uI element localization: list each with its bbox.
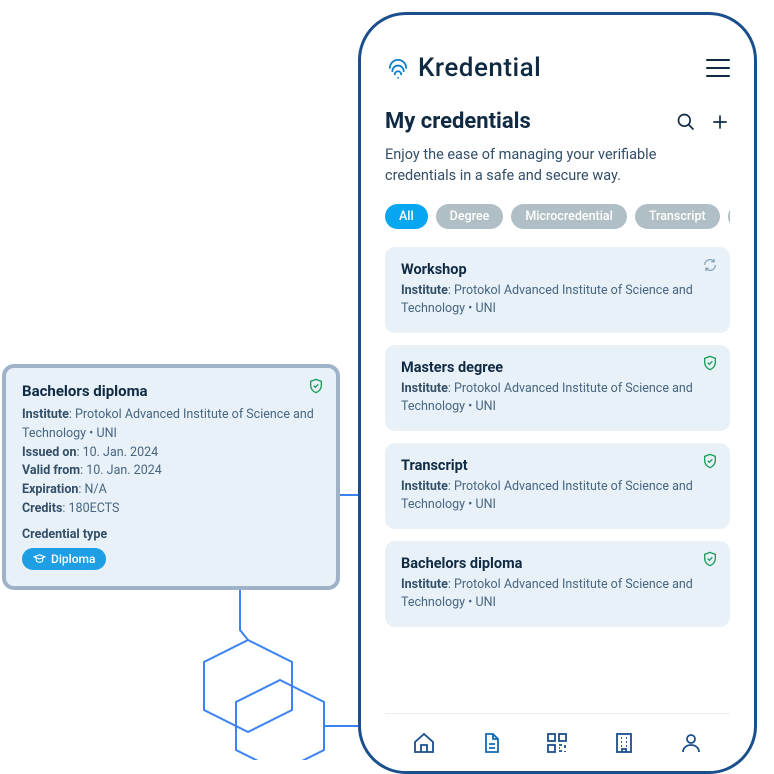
filter-chip-other[interactable]: Otl	[728, 204, 730, 229]
card-subtitle: Institute: Protokol Advanced Institute o…	[401, 478, 714, 513]
nav-home[interactable]	[411, 730, 437, 756]
phone-frame: Kredential My credentials Enjoy the ease…	[358, 12, 757, 774]
credential-detail-card: Bachelors diploma Institute: Protokol Ad…	[2, 364, 340, 590]
detail-fields: Institute: Protokol Advanced Institute o…	[22, 406, 320, 519]
credential-card[interactable]: Transcript Institute: Protokol Advanced …	[385, 443, 730, 529]
card-title: Bachelors diploma	[401, 555, 714, 572]
brand-logo: Kredential	[385, 53, 541, 83]
refresh-icon	[702, 257, 718, 273]
home-icon	[412, 731, 436, 755]
credential-card[interactable]: Masters degree Institute: Protokol Advan…	[385, 345, 730, 431]
menu-icon[interactable]	[706, 59, 730, 77]
fingerprint-icon	[385, 55, 411, 81]
document-icon	[479, 731, 503, 755]
nav-profile[interactable]	[678, 730, 704, 756]
qr-icon	[545, 731, 569, 755]
search-icon[interactable]	[676, 112, 696, 132]
credential-list: Workshop Institute: Protokol Advanced In…	[385, 247, 730, 713]
card-title: Transcript	[401, 457, 714, 474]
filter-chips: All Degree Microcredential Transcript Ot…	[385, 204, 730, 229]
filter-chip-transcript[interactable]: Transcript	[635, 204, 720, 229]
credential-type-label: Credential type	[22, 527, 320, 542]
detail-title: Bachelors diploma	[22, 382, 148, 400]
title-row: My credentials	[385, 109, 730, 134]
nav-documents[interactable]	[478, 730, 504, 756]
person-icon	[679, 731, 703, 755]
credential-type-chip: Diploma	[22, 548, 106, 570]
filter-chip-all[interactable]: All	[385, 204, 428, 229]
shield-check-icon	[702, 355, 718, 371]
filter-chip-degree[interactable]: Degree	[436, 204, 504, 229]
filter-chip-microcredential[interactable]: Microcredential	[511, 204, 627, 229]
shield-check-icon	[702, 453, 718, 469]
page-title: My credentials	[385, 109, 531, 134]
nav-institution[interactable]	[611, 730, 637, 756]
card-title: Masters degree	[401, 359, 714, 376]
graduation-cap-icon	[33, 552, 46, 565]
add-icon[interactable]	[710, 112, 730, 132]
bottom-nav	[385, 713, 730, 771]
card-subtitle: Institute: Protokol Advanced Institute o…	[401, 282, 714, 317]
brand-name: Kredential	[418, 53, 541, 83]
building-icon	[612, 731, 636, 755]
card-title: Workshop	[401, 261, 714, 278]
shield-check-icon	[702, 551, 718, 567]
card-subtitle: Institute: Protokol Advanced Institute o…	[401, 576, 714, 611]
app-header: Kredential	[385, 53, 730, 83]
credential-card[interactable]: Workshop Institute: Protokol Advanced In…	[385, 247, 730, 333]
nav-scan[interactable]	[544, 730, 570, 756]
page-subtitle: Enjoy the ease of managing your verifiab…	[385, 144, 730, 186]
shield-check-icon	[308, 378, 324, 394]
card-subtitle: Institute: Protokol Advanced Institute o…	[401, 380, 714, 415]
credential-card[interactable]: Bachelors diploma Institute: Protokol Ad…	[385, 541, 730, 627]
